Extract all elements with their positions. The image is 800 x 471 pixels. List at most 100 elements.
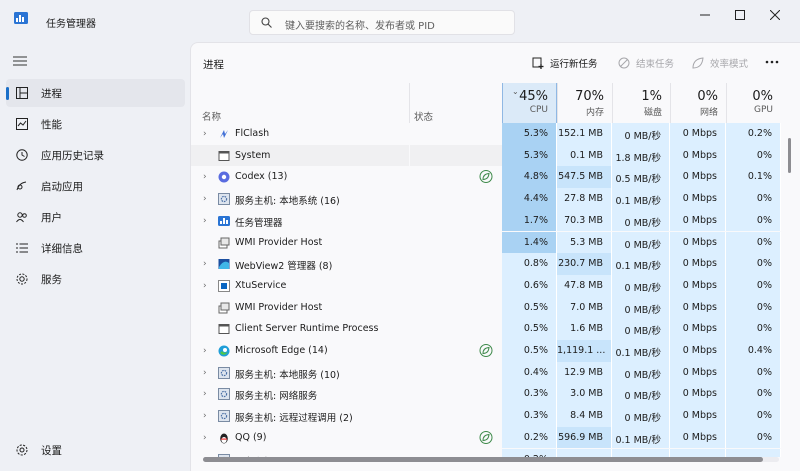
- disk-cell: 0 MB/秒: [612, 209, 670, 232]
- net-cell: 0 Mbps: [670, 123, 726, 145]
- horizontal-scrollbar-thumb[interactable]: [203, 457, 763, 462]
- expand-chevron-icon[interactable]: ›: [203, 389, 207, 399]
- table-row[interactable]: › XtuService 0.6% 47.8 MB 0 MB/秒 0 Mbps 0%: [191, 274, 781, 297]
- search-box[interactable]: 键入要搜索的名称、发布者或 PID: [249, 10, 515, 35]
- vertical-scrollbar-thumb[interactable]: [788, 138, 791, 173]
- process-name: Microsoft Edge (14): [235, 345, 328, 356]
- process-list[interactable]: › FlClash 5.3% 152.1 MB 0 MB/秒 0 Mbps 0.2% Syst…: [191, 123, 791, 457]
- expand-chevron-icon[interactable]: ›: [203, 172, 207, 182]
- column-header-memory[interactable]: 70% 内存: [557, 83, 612, 123]
- sidebar-item-app-history[interactable]: 应用历史记录: [6, 141, 185, 169]
- disk-cell: 0 MB/秒: [612, 361, 670, 384]
- table-row[interactable]: Client Server Runtime Process 0.5% 1.6 MB 0…: [191, 318, 781, 340]
- expand-chevron-icon[interactable]: ›: [203, 129, 207, 139]
- sidebar-item-startup-apps[interactable]: 启动应用: [6, 172, 185, 200]
- status-cell: [410, 232, 502, 254]
- service-host-icon: [218, 388, 230, 401]
- table-row[interactable]: › 服务主机: 本地服务 (10) 0.4% 12.9 MB 0 MB/秒 0 Mbps 0…: [191, 361, 781, 384]
- disk-cell: 0.1 MB/秒: [612, 188, 670, 210]
- table-row[interactable]: › QQ (9) 0.2% 596.9 MB 0.1 MB/秒 0 Mbps 0%: [191, 426, 781, 449]
- column-header-gpu[interactable]: 0% GPU: [726, 83, 781, 123]
- search-input[interactable]: 键入要搜索的名称、发布者或 PID: [285, 17, 435, 32]
- expand-chevron-icon[interactable]: ›: [203, 433, 207, 443]
- column-header-name[interactable]: 名称: [202, 109, 221, 123]
- table-row[interactable]: › FlClash 5.3% 152.1 MB 0 MB/秒 0 Mbps 0.2%: [191, 123, 781, 145]
- cpu-cell: 5.3%: [502, 144, 557, 167]
- efficiency-mode-button[interactable]: 效率模式: [692, 55, 748, 71]
- table-row[interactable]: › 服务主机: 远程过程调用 (2) 0.3% 8.4 MB 0 MB/秒 0 Mbps 0…: [191, 405, 781, 427]
- gpu-cell: 0%: [726, 209, 781, 232]
- horizontal-scrollbar[interactable]: [203, 457, 779, 462]
- mem-cell: 7.0 MB: [557, 296, 612, 319]
- mem-cell: 12.9 MB: [557, 361, 612, 384]
- expand-chevron-icon[interactable]: ›: [203, 281, 207, 291]
- service-host-icon: [218, 193, 230, 206]
- end-task-icon: [618, 57, 630, 69]
- process-name: 服务主机: 远程过程调用 (2): [235, 413, 353, 425]
- sidebar-item-services[interactable]: 服务: [6, 265, 185, 293]
- table-row[interactable]: › WebView2 管理器 (8) 0.8% 230.7 MB 0.1 MB/秒 0 M…: [191, 253, 781, 275]
- status-cell: [410, 362, 502, 384]
- disk-cell: 0.1 MB/秒: [612, 426, 670, 449]
- table-row[interactable]: › 服务主机: 本地系统 (16) 4.4% 27.8 MB 0.1 MB/秒 0 Mbp…: [191, 188, 781, 210]
- system-window-icon: [218, 323, 230, 335]
- table-header: 名称 状态 ⌄ 45% CPU 70% 内存 1% 磁盘 0% 网络 0% GP…: [191, 83, 800, 123]
- sidebar-item-details[interactable]: 详细信息: [6, 234, 185, 262]
- expand-chevron-icon[interactable]: ›: [203, 194, 207, 204]
- column-header-disk[interactable]: 1% 磁盘: [612, 83, 670, 123]
- table-row[interactable]: ›服务主机: ... 0.2%............: [191, 448, 781, 457]
- expand-chevron-icon[interactable]: ›: [203, 216, 207, 226]
- column-header-network[interactable]: 0% 网络: [670, 83, 726, 123]
- expand-chevron-icon[interactable]: ›: [203, 346, 207, 356]
- net-cell: 0 Mbps: [670, 296, 726, 319]
- column-header-status[interactable]: 状态: [414, 109, 433, 123]
- sidebar-item-performance[interactable]: 性能: [6, 110, 185, 138]
- status-cell: [410, 275, 502, 297]
- table-row[interactable]: › Codex (13) 4.8% 547.5 MB 0.5 MB/秒 0 Mbps 0.1…: [191, 166, 781, 189]
- expand-chevron-icon[interactable]: ›: [203, 411, 207, 421]
- table-row[interactable]: › 服务主机: 网络服务 0.3% 3.0 MB 0 MB/秒 0 Mbps 0%: [191, 383, 781, 406]
- maximize-icon: [735, 10, 745, 20]
- close-icon: [770, 10, 780, 20]
- mem-cell: 547.5 MB: [557, 166, 612, 189]
- gpu-cell: 0.2%: [726, 123, 781, 145]
- run-new-task-button[interactable]: 运行新任务: [532, 55, 598, 71]
- sidebar-item-users[interactable]: 用户: [6, 203, 185, 231]
- table-row[interactable]: › Microsoft Edge (14) 0.5% 1,119.1 ... 0.1 M…: [191, 340, 781, 362]
- sidebar-item-settings[interactable]: 设置: [6, 436, 185, 464]
- expand-chevron-icon[interactable]: ›: [203, 368, 207, 378]
- process-name-cell: WMI Provider Host: [191, 232, 409, 254]
- table-row[interactable]: System 5.3% 0.1 MB 1.8 MB/秒 0 Mbps 0%: [191, 144, 781, 167]
- column-divider[interactable]: [409, 83, 410, 123]
- qq-icon: [218, 432, 230, 444]
- table-row[interactable]: WMI Provider Host 0.5% 7.0 MB 0 MB/秒 0 Mbps 0…: [191, 296, 781, 319]
- table-row[interactable]: WMI Provider Host 1.4% 5.3 MB 0 MB/秒 0 Mbps 0…: [191, 231, 781, 254]
- mem-cell: 596.9 MB: [557, 426, 612, 449]
- hamburger-menu-icon[interactable]: [13, 56, 27, 66]
- sidebar-item-processes[interactable]: 进程: [6, 79, 185, 107]
- memory-label: 内存: [585, 108, 604, 118]
- service-host-icon: [218, 410, 230, 423]
- sort-chevron-icon: ⌄: [512, 87, 519, 96]
- close-button[interactable]: [760, 6, 790, 24]
- expand-chevron-icon[interactable]: ›: [203, 259, 207, 269]
- cpu-cell: 0.5%: [502, 318, 557, 340]
- cpu-cell: 0.8%: [502, 253, 557, 275]
- app-history-icon: [16, 149, 28, 161]
- net-cell: 0 Mbps: [670, 144, 726, 167]
- end-task-button[interactable]: 结束任务: [618, 55, 674, 71]
- gpu-cell: 0.4%: [726, 340, 781, 362]
- more-options-button[interactable]: [765, 55, 781, 71]
- column-header-cpu[interactable]: ⌄ 45% CPU: [502, 83, 557, 123]
- table-row[interactable]: › 任务管理器 1.7% 70.3 MB 0 MB/秒 0 Mbps 0%: [191, 209, 781, 232]
- minimize-button[interactable]: [690, 6, 720, 24]
- maximize-button[interactable]: [725, 6, 755, 24]
- net-cell: 0 Mbps: [670, 274, 726, 297]
- process-name-cell: › 服务主机: 网络服务: [191, 383, 409, 405]
- gpu-cell: 0%: [726, 426, 781, 449]
- net-cell: ...: [670, 448, 726, 457]
- mem-cell: 3.0 MB: [557, 383, 612, 406]
- gpu-cell: 0%: [726, 405, 781, 427]
- mem-cell: 0.1 MB: [557, 144, 612, 167]
- gpu-cell: 0%: [726, 383, 781, 406]
